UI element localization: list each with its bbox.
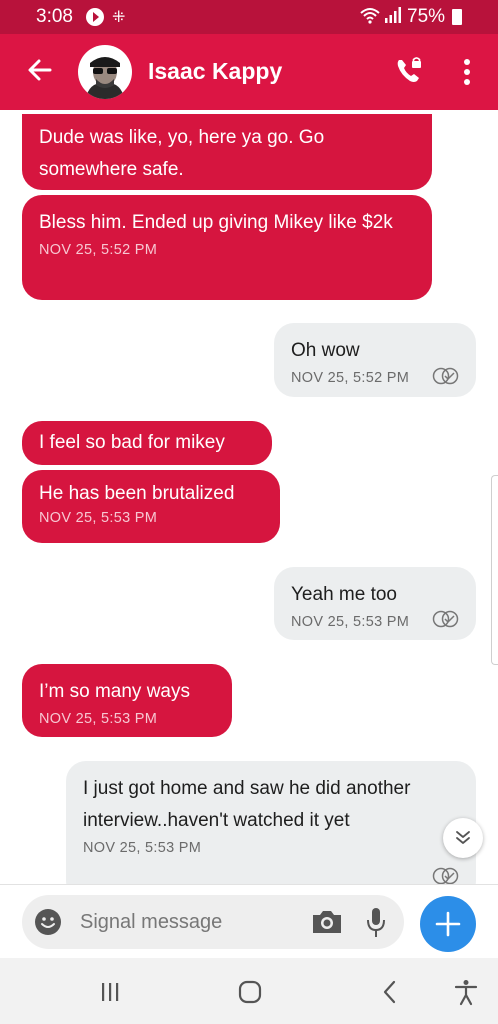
battery-percent: 75%: [407, 6, 446, 27]
message-text: Oh wow: [291, 340, 360, 361]
back-arrow-icon[interactable]: [24, 54, 56, 86]
message-text: Yeah me too: [291, 584, 397, 605]
message-text: Dude was like, yo, here ya go. Go somewh…: [39, 127, 325, 180]
outgoing-message[interactable]: I just got home and saw he did another i…: [66, 761, 476, 901]
plus-icon: [435, 911, 461, 937]
accessibility-icon[interactable]: [452, 978, 480, 1006]
incoming-message[interactable]: He has been brutalized NOV 25, 5:53 PM: [22, 470, 280, 543]
camera-icon[interactable]: [311, 909, 343, 935]
battery-icon: [452, 9, 462, 25]
back-icon[interactable]: [376, 978, 404, 1006]
incoming-message[interactable]: Bless him. Ended up giving Mikey like $2…: [22, 195, 432, 300]
scroll-to-bottom-button[interactable]: [443, 818, 483, 858]
message-text: Bless him. Ended up giving Mikey like $2…: [39, 212, 393, 233]
incoming-message[interactable]: I’m so many ways NOV 25, 5:53 PM: [22, 664, 232, 737]
avatar[interactable]: [78, 45, 132, 99]
grid-icon: ⁜: [112, 9, 126, 26]
message-text: I just got home and saw he did another i…: [83, 778, 411, 831]
message-timestamp: NOV 25, 5:52 PM: [39, 242, 158, 258]
double-chevron-down-icon: [456, 831, 470, 844]
signal-icon: [385, 7, 401, 23]
phone-call-icon[interactable]: [394, 56, 424, 86]
message-timestamp: NOV 25, 5:53 PM: [39, 510, 158, 526]
add-attachment-button[interactable]: [420, 896, 476, 952]
outgoing-message[interactable]: Oh wow NOV 25, 5:52 PM: [274, 323, 476, 397]
compose-field: [22, 895, 404, 949]
read-receipt-icon: [432, 610, 459, 628]
composer-bar: [0, 884, 498, 958]
microphone-icon[interactable]: [365, 907, 387, 939]
status-time: 3:08: [36, 6, 73, 27]
message-text: He has been brutalized: [39, 483, 235, 504]
incoming-message[interactable]: I feel so bad for mikey: [22, 421, 272, 465]
status-bar: 3:08 ⁜ 75%: [0, 0, 498, 34]
message-text: I feel so bad for mikey: [39, 432, 225, 453]
read-receipt-icon: [432, 367, 459, 385]
system-nav-bar: [0, 958, 498, 1024]
home-icon[interactable]: [236, 978, 264, 1006]
scrollbar[interactable]: [491, 475, 498, 665]
message-text: I’m so many ways: [39, 681, 190, 702]
conversation-header: Isaac Kappy: [0, 34, 498, 110]
emoji-icon[interactable]: [34, 908, 62, 936]
message-input[interactable]: [80, 907, 300, 937]
incoming-message[interactable]: Dude was like, yo, here ya go. Go somewh…: [22, 114, 432, 190]
read-receipt-icon: [432, 867, 459, 885]
message-timestamp: NOV 25, 5:53 PM: [83, 840, 202, 856]
more-vert-icon[interactable]: [456, 54, 478, 90]
recent-apps-icon[interactable]: [96, 978, 124, 1006]
outgoing-message[interactable]: Yeah me too NOV 25, 5:53 PM: [274, 567, 476, 640]
message-timestamp: NOV 25, 5:53 PM: [39, 711, 158, 727]
play-icon: [86, 8, 104, 26]
wifi-icon: [360, 8, 380, 24]
contact-name[interactable]: Isaac Kappy: [148, 58, 282, 85]
